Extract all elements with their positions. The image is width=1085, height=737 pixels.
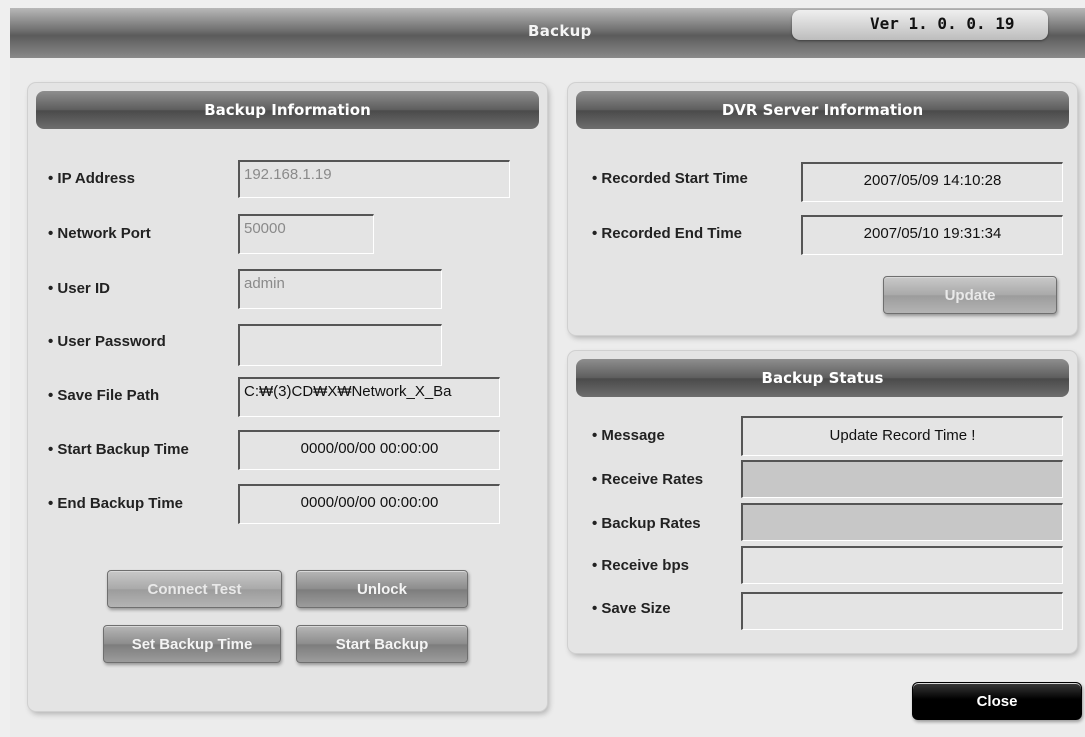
end-backup-time-field[interactable]: 0000/00/00 00:00:00	[238, 484, 500, 524]
backup-information-header: Backup Information	[36, 91, 539, 129]
unlock-button[interactable]: Unlock	[296, 570, 468, 608]
save-size-label: • Save Size	[592, 600, 671, 617]
receive-rates-bar	[741, 460, 1063, 498]
receive-bps-field	[741, 546, 1063, 584]
network-port-field[interactable]: 50000	[238, 214, 374, 254]
receive-bps-label: • Receive bps	[592, 557, 689, 574]
message-field: Update Record Time !	[741, 416, 1063, 456]
save-file-path-label: • Save File Path	[48, 387, 160, 404]
user-id-label: • User ID	[48, 280, 110, 297]
update-button[interactable]: Update	[883, 276, 1057, 314]
recorded-end-time-label: • Recorded End Time	[592, 225, 743, 242]
end-backup-time-label: • End Backup Time	[48, 495, 184, 512]
message-label: • Message	[592, 427, 665, 444]
start-backup-button[interactable]: Start Backup	[296, 625, 468, 663]
version-label: Ver 1. 0. 0. 19	[870, 14, 1015, 33]
ip-address-field[interactable]: 192.168.1.19	[238, 160, 510, 198]
connect-test-button[interactable]: Connect Test	[107, 570, 282, 608]
backup-rates-label: • Backup Rates	[592, 515, 701, 532]
close-button[interactable]: Close	[912, 682, 1082, 720]
dvr-server-information-header: DVR Server Information	[576, 91, 1069, 129]
save-file-path-field[interactable]: C:₩(3)CD₩X₩Network_X_Ba	[238, 377, 500, 417]
recorded-end-time-field: 2007/05/10 19:31:34	[801, 215, 1063, 255]
start-backup-time-label: • Start Backup Time	[48, 441, 189, 458]
receive-rates-label: • Receive Rates	[592, 471, 704, 488]
network-port-label: • Network Port	[48, 225, 151, 242]
backup-rates-bar	[741, 503, 1063, 541]
set-backup-time-button[interactable]: Set Backup Time	[103, 625, 281, 663]
user-password-label: • User Password	[48, 333, 166, 350]
window-title: Backup	[528, 22, 592, 40]
recorded-start-time-field: 2007/05/09 14:10:28	[801, 162, 1063, 202]
ip-address-label: • IP Address	[48, 170, 135, 187]
recorded-start-time-label: • Recorded Start Time	[592, 170, 748, 187]
user-id-field[interactable]: admin	[238, 269, 442, 309]
user-password-field[interactable]	[238, 324, 442, 366]
start-backup-time-field[interactable]: 0000/00/00 00:00:00	[238, 430, 500, 470]
save-size-field	[741, 592, 1063, 630]
backup-status-header: Backup Status	[576, 359, 1069, 397]
